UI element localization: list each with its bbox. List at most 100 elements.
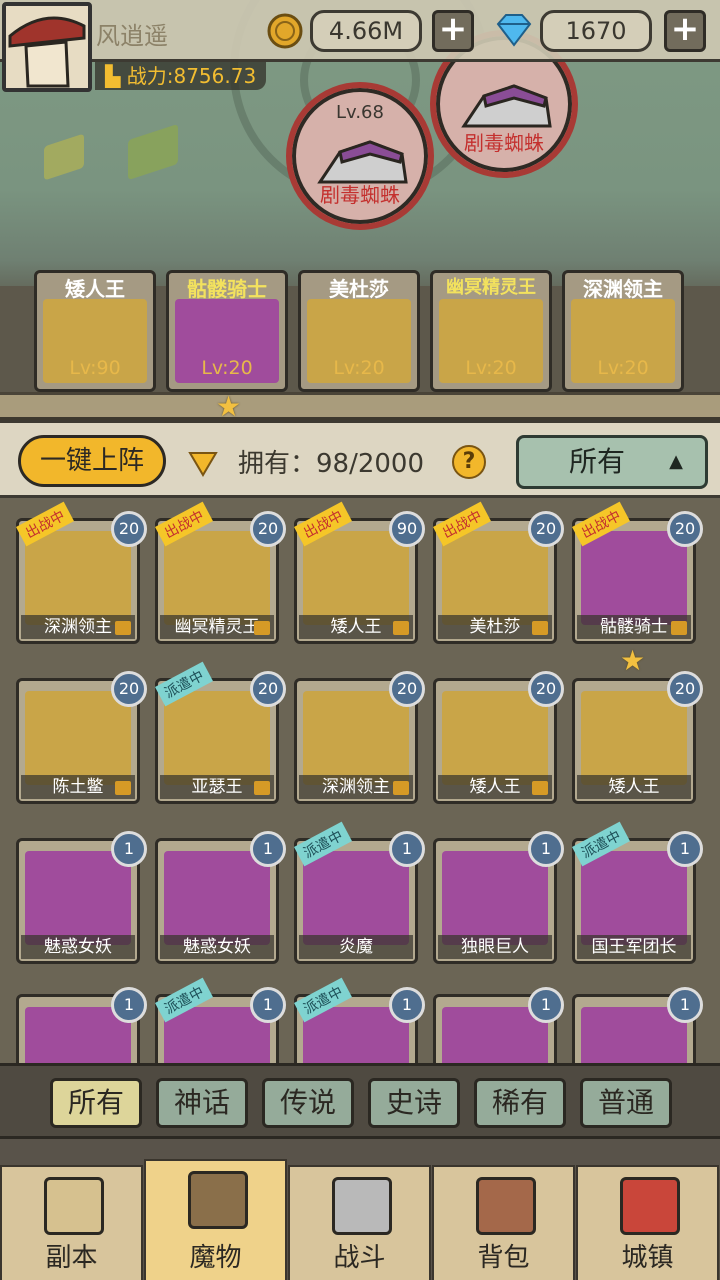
nav-monster[interactable]: 魔物	[144, 1159, 287, 1280]
monster-card[interactable]: 矮人王 20	[433, 671, 564, 804]
level-badge: 90	[389, 511, 425, 547]
monster-card[interactable]: 派遣中 1	[294, 977, 425, 1063]
monster-card[interactable]: 深渊领主 出战中 20	[16, 501, 147, 644]
monster-card[interactable]: 国王军团长 派遣中 1	[572, 821, 703, 964]
team-slot[interactable]: 幽冥精灵王 Lv:20	[430, 270, 552, 392]
map-icon	[44, 1177, 104, 1235]
monster-card[interactable]: 陈土鳖 20	[16, 671, 147, 804]
gold-coin-icon	[267, 13, 303, 49]
team-slot-level: Lv:20	[333, 357, 385, 379]
team-slot[interactable]: 矮人王 Lv:90	[34, 270, 156, 392]
nav-label: 战斗	[333, 1243, 386, 1273]
team-slot-level: Lv:20	[465, 357, 517, 379]
monster-portrait	[25, 691, 131, 785]
nav-label: 副本	[45, 1243, 98, 1273]
monster-card[interactable]: 独眼巨人 1	[433, 831, 564, 964]
nav-label: 魔物	[189, 1243, 242, 1273]
combat-power: ▙ 战力:8756.73	[95, 62, 267, 90]
monster-card[interactable]: 魅惑女妖 1	[16, 831, 147, 964]
monster-card[interactable]: 骷髅骑士 出战中 20	[572, 501, 703, 644]
player-name: 风逍遥	[96, 22, 168, 50]
monster-portrait	[303, 851, 409, 945]
lock-icon	[254, 781, 270, 795]
lock-icon	[532, 781, 548, 795]
lock-icon	[532, 621, 548, 635]
monster-card[interactable]: 1	[433, 987, 564, 1063]
monster-portrait	[442, 531, 548, 625]
backpack-icon	[476, 1177, 536, 1235]
filter-value: 所有	[569, 445, 626, 478]
monster-portrait	[442, 851, 548, 945]
level-badge: 20	[528, 511, 564, 547]
monster-card[interactable]: 炎魔 派遣中 1	[294, 821, 425, 964]
monster-portrait	[164, 691, 270, 785]
monster-portrait	[25, 851, 131, 945]
nav-label: 背包	[477, 1243, 530, 1273]
map-monster-bubble[interactable]: Lv.68 剧毒蜘蛛	[286, 82, 434, 230]
level-badge: 20	[667, 511, 703, 547]
team-slot-name: 深渊领主	[583, 277, 663, 301]
monster-card[interactable]: 美杜莎 出战中 20	[433, 501, 564, 644]
level-badge: 1	[389, 831, 425, 867]
nav-backpack[interactable]: 背包	[432, 1165, 575, 1280]
monster-card[interactable]: 矮人王 出战中 90	[294, 501, 425, 644]
monster-card[interactable]: 派遣中 1	[155, 977, 286, 1063]
monster-card[interactable]: 幽冥精灵王 出战中 20	[155, 501, 286, 644]
monster-portrait	[581, 531, 687, 625]
help-button[interactable]: ?	[452, 445, 486, 479]
nav-town[interactable]: 城镇	[576, 1165, 719, 1280]
monster-portrait	[303, 691, 409, 785]
gold-amount: 4.66M	[310, 10, 422, 52]
tab-rare[interactable]: 稀有	[474, 1078, 566, 1128]
player-avatar[interactable]	[2, 2, 92, 92]
level-badge: 20	[111, 511, 147, 547]
team-slot[interactable]: 骷髅骑士 Lv:20	[166, 270, 288, 392]
nav-battle[interactable]: 战斗	[288, 1165, 431, 1280]
tab-all[interactable]: 所有	[50, 1078, 142, 1128]
monster-name: 炎魔	[299, 935, 413, 959]
diamond-amount: 1670	[540, 10, 652, 52]
team-slot[interactable]: 深渊领主 Lv:20	[562, 270, 684, 392]
monster-card[interactable]: 矮人王 20	[572, 671, 703, 804]
tab-epic[interactable]: 史诗	[368, 1078, 460, 1128]
lock-icon	[393, 621, 409, 635]
lock-icon	[115, 781, 131, 795]
map-tile[interactable]	[44, 133, 84, 181]
monster-card[interactable]: 深渊领主 20	[294, 671, 425, 804]
level-badge: 20	[111, 671, 147, 707]
team-slot[interactable]: 美杜莎 Lv:20	[298, 270, 420, 392]
nav-dungeon[interactable]: 副本	[0, 1165, 143, 1280]
bottom-navigation: 副本 魔物 战斗 背包 城镇	[0, 1139, 720, 1280]
monster-card[interactable]: 1	[572, 987, 703, 1063]
monster-portrait	[581, 851, 687, 945]
level-badge: 1	[667, 987, 703, 1023]
tab-mythic[interactable]: 神话	[156, 1078, 248, 1128]
rarity-filter-bar: 所有 神话 传说 史诗 稀有 普通	[0, 1063, 720, 1139]
monster-portrait	[303, 531, 409, 625]
caret-up-icon: ▲	[669, 451, 683, 472]
lock-icon	[671, 621, 687, 635]
team-slot-name: 骷髅骑士	[187, 277, 267, 301]
level-badge: 1	[111, 831, 147, 867]
monster-card[interactable]: 亚瑟王 派遣中 20	[155, 661, 286, 804]
diamond-icon	[496, 14, 532, 47]
add-diamond-button[interactable]: +	[664, 10, 706, 52]
auto-deploy-button[interactable]: 一键上阵	[18, 435, 166, 487]
level-badge: 20	[250, 671, 286, 707]
nav-label: 城镇	[621, 1243, 674, 1273]
town-icon	[620, 1177, 680, 1235]
power-icon: ▙	[105, 64, 127, 88]
level-badge: 1	[667, 831, 703, 867]
filter-dropdown[interactable]: 所有 ▲	[516, 435, 708, 489]
monster-name: 魅惑女妖	[160, 935, 274, 959]
tab-legendary[interactable]: 传说	[262, 1078, 354, 1128]
arrow-down-icon	[188, 452, 218, 477]
monster-level: Lv.68	[336, 102, 384, 123]
level-badge: 1	[528, 831, 564, 867]
tab-common[interactable]: 普通	[580, 1078, 672, 1128]
monster-card[interactable]: 1	[16, 987, 147, 1063]
map-tile[interactable]	[128, 123, 178, 181]
owned-count: 拥有：98/2000	[238, 449, 425, 479]
add-gold-button[interactable]: +	[432, 10, 474, 52]
monster-card[interactable]: 魅惑女妖 1	[155, 831, 286, 964]
